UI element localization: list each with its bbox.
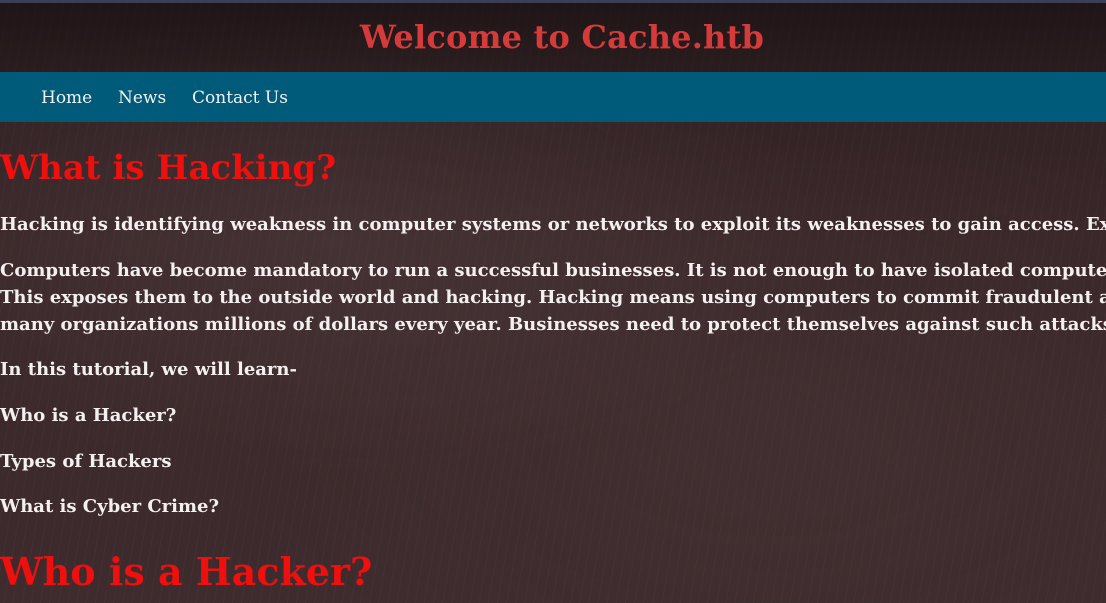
topic-item-who-is-hacker: Who is a Hacker?	[0, 405, 177, 426]
paragraph-computers-line-3: many organizations millions of dollars e…	[0, 314, 1106, 335]
main-navbar: Home News Contact Us	[0, 72, 1106, 122]
nav-news-link[interactable]: News	[118, 87, 166, 109]
paragraph-tutorial-intro: In this tutorial, we will learn-	[0, 359, 297, 380]
paragraph-intro: Hacking is identifying weakness in compu…	[0, 214, 1106, 235]
paragraph-computers-line-2: This exposes them to the outside world a…	[0, 287, 1106, 308]
nav-contact-link[interactable]: Contact Us	[192, 87, 288, 109]
heading-what-is-hacking: What is Hacking?	[0, 148, 337, 188]
topic-item-cyber-crime: What is Cyber Crime?	[0, 496, 220, 517]
site-title: Welcome to Cache.htb	[359, 18, 765, 56]
site-header: Welcome to Cache.htb	[0, 3, 1106, 72]
paragraph-computers: Computers have become mandatory to run a…	[0, 257, 1106, 338]
main-content: What is Hacking? Hacking is identifying …	[0, 122, 1106, 603]
nav-home-link[interactable]: Home	[41, 87, 92, 109]
topic-item-types-of-hackers: Types of Hackers	[0, 451, 172, 472]
heading-who-is-hacker: Who is a Hacker?	[0, 549, 373, 594]
paragraph-computers-line-1: Computers have become mandatory to run a…	[0, 260, 1106, 281]
